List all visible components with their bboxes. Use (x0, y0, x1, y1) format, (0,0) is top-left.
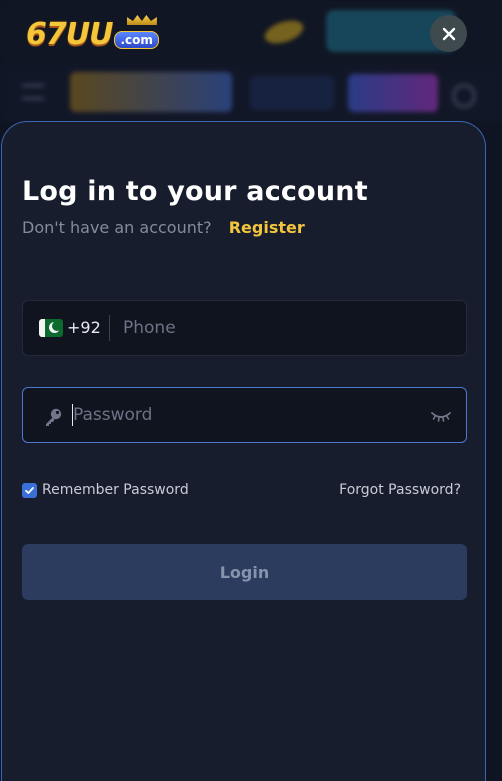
login-modal: Log in to your account Don't have an acc… (1, 121, 486, 781)
logo-text: 67UU (26, 16, 113, 52)
forgot-password-link[interactable]: Forgot Password? (339, 482, 461, 498)
eye-hidden-icon[interactable] (430, 409, 452, 423)
background-menu-icon (22, 84, 44, 100)
register-prompt: Don't have an account? Register (22, 218, 305, 237)
key-icon (46, 408, 62, 426)
phone-field[interactable]: +92 (22, 300, 467, 356)
crown-icon (126, 15, 157, 25)
password-field[interactable] (22, 387, 467, 443)
register-prompt-text: Don't have an account? (22, 218, 212, 237)
background-login-button (250, 76, 334, 110)
remember-checkbox[interactable] (22, 482, 37, 498)
modal-title: Log in to your account (22, 176, 368, 207)
remember-password-toggle[interactable]: Remember Password (22, 482, 189, 498)
background-register-button (348, 74, 438, 112)
password-input[interactable] (73, 388, 416, 442)
phone-divider (109, 315, 110, 341)
pakistan-flag-icon[interactable] (39, 319, 63, 337)
brand-logo: 67UU .com (26, 14, 159, 54)
background-nav-bar (0, 62, 502, 122)
close-icon (442, 27, 455, 40)
background-settings-icon (452, 84, 476, 108)
register-link[interactable]: Register (229, 218, 305, 237)
check-icon (25, 486, 34, 494)
phone-input[interactable] (123, 301, 452, 355)
login-button[interactable]: Login (22, 544, 467, 600)
background-logo (70, 72, 232, 112)
close-button[interactable] (430, 15, 467, 52)
background-coin (261, 16, 307, 48)
country-code[interactable]: +92 (67, 318, 101, 337)
remember-label: Remember Password (42, 482, 189, 498)
logo-suffix: .com (114, 31, 159, 49)
